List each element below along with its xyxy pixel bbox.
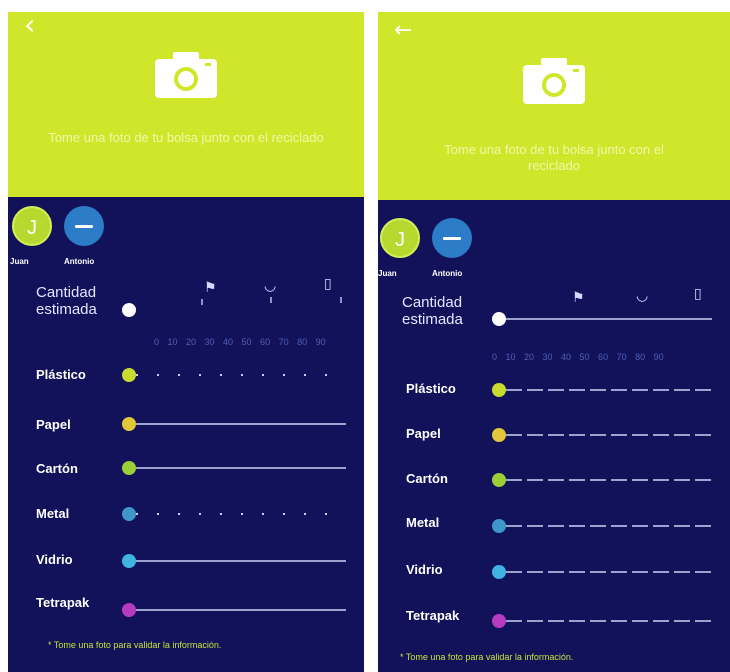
photo-instruction: Tome una foto de tu bolsa junto con el r… xyxy=(444,142,664,173)
material-track-carton[interactable] xyxy=(506,479,712,481)
material-slider-carton[interactable] xyxy=(492,473,506,487)
avatar-name-antonio: Antonio xyxy=(64,257,95,266)
avatar-juan[interactable]: J xyxy=(380,218,420,258)
flag-icon: ⚑ xyxy=(572,290,585,306)
photo-prompt-header[interactable]: ← Tome una foto de tu bolsa junto con el… xyxy=(378,12,730,200)
material-slider-papel[interactable] xyxy=(122,417,136,431)
avatar-name-antonio: Antonio xyxy=(432,269,463,278)
material-track-carton[interactable] xyxy=(136,467,346,469)
panel-right: ← Tome una foto de tu bolsa junto con el… xyxy=(378,12,730,672)
quantity-tick xyxy=(340,297,342,303)
back-chevron-icon[interactable]: ‹ xyxy=(24,12,35,39)
material-label-papel: Papel xyxy=(36,417,71,432)
material-slider-tetrapak[interactable] xyxy=(492,614,506,628)
material-slider-plastico[interactable] xyxy=(122,368,136,382)
arrow-left-icon[interactable]: ← xyxy=(394,18,412,44)
material-slider-vidrio[interactable] xyxy=(122,554,136,568)
avatar-antonio[interactable] xyxy=(64,206,104,246)
bag-icon: ◡ xyxy=(636,288,649,304)
quantity-label: Cantidad estimada xyxy=(36,284,97,318)
material-track-metal[interactable] xyxy=(506,525,712,527)
material-label-vidrio: Vidrio xyxy=(36,552,73,567)
avatar-name-juan: Juan xyxy=(378,269,397,278)
material-label-metal: Metal xyxy=(36,506,70,521)
quantity-slider-handle[interactable] xyxy=(122,303,136,317)
material-track-tetrapak[interactable] xyxy=(506,620,712,622)
validation-note: * Tome una foto para validar la informac… xyxy=(48,640,222,650)
material-slider-plastico[interactable] xyxy=(492,383,506,397)
material-slider-papel[interactable] xyxy=(492,428,506,442)
material-label-metal: Metal xyxy=(406,515,440,530)
bag-icon: ◡ xyxy=(264,278,277,294)
material-track-tetrapak[interactable] xyxy=(136,609,346,611)
avatar-name-juan: Juan xyxy=(10,257,29,266)
material-label-tetrapak: Tetrapak xyxy=(406,608,460,623)
material-slider-tetrapak[interactable] xyxy=(122,603,136,617)
material-label-vidrio: Vidrio xyxy=(406,562,443,577)
material-label-carton: Cartón xyxy=(406,471,448,486)
material-track-plastico[interactable] xyxy=(506,389,712,391)
material-label-plastico: Plástico xyxy=(36,367,86,382)
camera-icon[interactable] xyxy=(155,50,217,98)
quantity-label: Cantidad estimada xyxy=(402,294,463,328)
material-label-plastico: Plástico xyxy=(406,381,456,396)
scale-ticks: 0 10 20 30 40 50 60 70 80 90 xyxy=(492,352,664,362)
material-track-papel[interactable] xyxy=(136,423,346,425)
photo-prompt-header[interactable]: ‹ Tome una foto de tu bolsa junto con el… xyxy=(8,12,364,197)
material-label-tetrapak: Tetrapak xyxy=(36,595,90,610)
material-track-papel[interactable] xyxy=(506,434,712,436)
material-slider-carton[interactable] xyxy=(122,461,136,475)
material-track-vidrio[interactable] xyxy=(506,571,712,573)
material-label-papel: Papel xyxy=(406,426,441,441)
photo-instruction: Tome una foto de tu bolsa junto con el r… xyxy=(48,130,324,145)
validation-note: * Tome una foto para validar la informac… xyxy=(400,652,574,662)
panel-left: ‹ Tome una foto de tu bolsa junto con el… xyxy=(8,12,364,672)
bottle-icon: ▯ xyxy=(324,276,332,292)
flag-icon: ⚑ xyxy=(204,280,217,296)
bottle-icon: ▯ xyxy=(694,286,702,302)
material-slider-vidrio[interactable] xyxy=(492,565,506,579)
material-slider-metal[interactable] xyxy=(492,519,506,533)
quantity-tick xyxy=(201,299,203,305)
quantity-tick xyxy=(270,297,272,303)
avatar-juan[interactable]: J xyxy=(12,206,52,246)
camera-icon[interactable] xyxy=(523,56,585,104)
avatar-antonio[interactable] xyxy=(432,218,472,258)
quantity-track[interactable] xyxy=(506,318,712,320)
material-track-metal[interactable] xyxy=(136,513,346,515)
material-label-carton: Cartón xyxy=(36,461,78,476)
quantity-slider-handle[interactable] xyxy=(492,312,506,326)
material-track-plastico[interactable] xyxy=(136,374,346,376)
scale-ticks: 0 10 20 30 40 50 60 70 80 90 xyxy=(154,337,326,347)
material-slider-metal[interactable] xyxy=(122,507,136,521)
material-track-vidrio[interactable] xyxy=(136,560,346,562)
